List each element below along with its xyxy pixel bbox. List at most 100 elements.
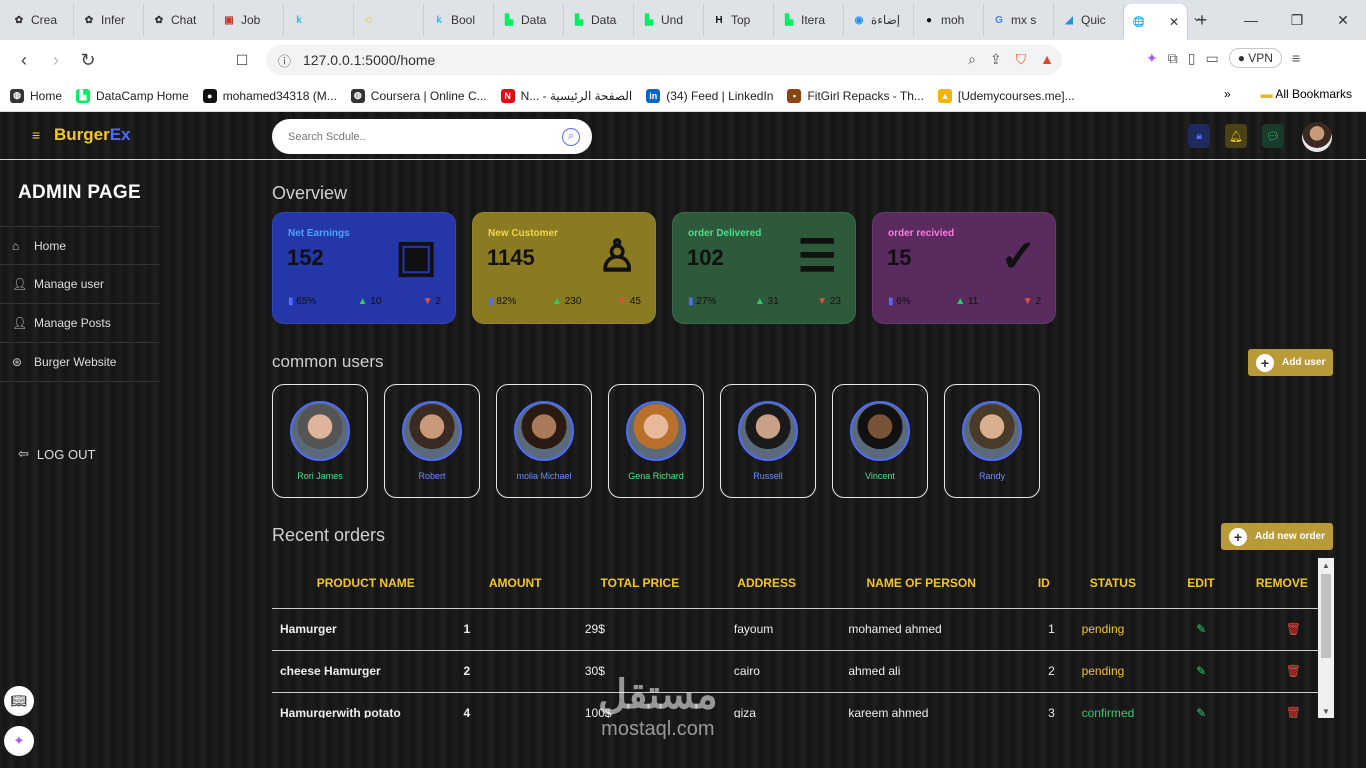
info-icon[interactable]: ⓘ <box>278 51 291 70</box>
user-card[interactable]: Rori James <box>272 384 368 498</box>
brave-shield-icon[interactable]: ⛉ <box>1016 51 1027 68</box>
user-card[interactable]: Russell <box>720 384 816 498</box>
sidebar-item-burger-website[interactable]: ⊛ Burger Website <box>0 343 160 382</box>
trash-icon[interactable]: 🗑︎ <box>1286 664 1301 678</box>
bookmark-item[interactable]: ▙ DataCamp Home <box>76 88 189 103</box>
leo-ai-icon[interactable]: ✦ <box>1146 50 1158 67</box>
browser-tab[interactable]: ▣ Job <box>214 4 284 36</box>
wallet-icon[interactable]: ▭ <box>1205 50 1218 67</box>
browser-tab[interactable]: ✿ Crea <box>4 4 74 36</box>
avatar[interactable] <box>1302 122 1332 152</box>
user-photo[interactable] <box>290 401 350 461</box>
share-icon[interactable]: ⇪ <box>990 51 1002 68</box>
card-down-value: 2 <box>435 296 441 307</box>
close-window-button[interactable]: ✕ <box>1320 0 1366 40</box>
hamburger-menu-icon[interactable]: ≡ <box>32 127 40 143</box>
browser-tab[interactable]: ▙ Itera <box>774 4 844 36</box>
close-tab-icon[interactable]: ✕ <box>1169 15 1179 29</box>
bookmark-item[interactable]: ▲ [Udemycourses.me]... <box>937 88 1075 103</box>
maximize-button[interactable]: ❐ <box>1274 0 1320 40</box>
person-icon: ♙ <box>597 232 637 281</box>
trash-icon[interactable]: 🗑︎ <box>1286 622 1301 636</box>
browser-tab[interactable]: k <box>284 4 354 36</box>
bookmark-item[interactable]: N N... - الصفحة الرئيسية <box>500 88 632 103</box>
scroll-thumb[interactable] <box>1321 574 1331 658</box>
browser-tab[interactable]: ● moh <box>914 4 984 36</box>
browser-tab[interactable]: Gmx s <box>984 4 1054 36</box>
brave-rewards-icon[interactable]: ▲ <box>1040 51 1054 68</box>
browser-tab[interactable]: ◢ Quic <box>1054 4 1124 36</box>
user-card[interactable]: Gena Richard <box>608 384 704 498</box>
edit-icon[interactable]: ✎ <box>1196 706 1206 718</box>
bookmark-item[interactable]: ▪ FitGirl Repacks - Th... <box>787 88 924 103</box>
card-down: ▼ 2 <box>1023 296 1041 307</box>
user-card[interactable]: Vincent <box>832 384 928 498</box>
more-bookmarks-icon[interactable]: » <box>1224 87 1231 101</box>
forward-button[interactable]: › <box>40 44 72 76</box>
browser-tab[interactable]: ▙ Und <box>634 4 704 36</box>
tab-search-icon[interactable]: ⌄ <box>1192 10 1202 24</box>
reader-mode-icon[interactable]: 📖︎ <box>4 686 34 716</box>
stat-card[interactable]: order recivied 15 ✓ ▮ 6% ▲ 11 ▼ 2 <box>872 212 1056 324</box>
browser-tab[interactable]: ✿ Infer <box>74 4 144 36</box>
stat-card[interactable]: Net Earnings 152 ▣ ▮ 65% ▲ 10 ▼ 2 <box>272 212 456 324</box>
sidebar-item-home[interactable]: ⌂ Home <box>0 226 160 265</box>
lock-icon[interactable]: 🔒︎ <box>1188 124 1210 148</box>
sidebar-toggle-icon[interactable]: ▯ <box>1188 50 1196 67</box>
sidebar-item-manage-posts[interactable]: 👤︎ Manage Posts <box>0 304 160 343</box>
active-tab[interactable]: 🌐 ✕ <box>1124 4 1188 40</box>
logout-button[interactable]: ⇦ LOG OUT <box>18 446 95 462</box>
leo-sidebar-icon[interactable]: ✦ <box>4 726 34 756</box>
user-photo[interactable] <box>962 401 1022 461</box>
search-icon[interactable]: ⌕ <box>562 127 580 146</box>
scroll-up-icon[interactable]: ▲ <box>1318 558 1334 572</box>
bookmark-icon[interactable]: ☐ <box>226 44 258 76</box>
browser-tab[interactable]: H Top <box>704 4 774 36</box>
browser-tab[interactable]: ◉ إضاءة <box>844 4 914 36</box>
sidebar-item-manage-user[interactable]: 👤︎ Manage user <box>0 265 160 304</box>
browser-tab[interactable]: ▙ Data <box>494 4 564 36</box>
add-user-button[interactable]: + Add user <box>1248 349 1334 376</box>
user-photo[interactable] <box>514 401 574 461</box>
bell-icon[interactable]: 🔔︎ <box>1225 124 1247 148</box>
user-photo[interactable] <box>626 401 686 461</box>
user-card[interactable]: Robert <box>384 384 480 498</box>
browser-tab[interactable]: k Bool <box>424 4 494 36</box>
stat-card[interactable]: order Delivered 102 ☰ ▮ 27% ▲ 31 ▼ 23 <box>672 212 856 324</box>
tab-title: Quic <box>1081 13 1106 27</box>
check-icon: ✓ <box>1000 232 1037 281</box>
bookmark-label: Coursera | Online C... <box>370 88 487 103</box>
tab-title: Bool <box>451 13 476 27</box>
back-button[interactable]: ‹ <box>8 44 40 76</box>
zoom-icon[interactable]: ⌕ <box>968 51 976 68</box>
edit-icon[interactable]: ✎ <box>1196 622 1206 636</box>
table-scrollbar[interactable]: ▲ ▼ <box>1318 558 1334 718</box>
scroll-down-icon[interactable]: ▼ <box>1318 704 1334 718</box>
bookmark-item[interactable]: in (34) Feed | LinkedIn <box>646 88 773 103</box>
user-card[interactable]: molia Michael <box>496 384 592 498</box>
all-bookmarks[interactable]: ▬ All Bookmarks <box>1261 87 1352 101</box>
bookmark-item[interactable]: ● mohamed34318 (M... <box>202 88 337 103</box>
menu-icon[interactable]: ≡ <box>1292 50 1300 66</box>
browser-tab[interactable]: ☺ <box>354 4 424 36</box>
reload-button[interactable]: ↻ <box>72 44 104 76</box>
stat-card[interactable]: New Customer 1145 ♙ ▮ 82% ▲ 230 ▼ 45 <box>472 212 656 324</box>
brand-logo[interactable]: BurgerEx <box>54 125 131 145</box>
bookmark-item[interactable]: ◍ Home <box>10 88 62 103</box>
trash-icon[interactable]: 🗑︎ <box>1286 706 1301 718</box>
user-photo[interactable] <box>850 401 910 461</box>
user-photo[interactable] <box>738 401 798 461</box>
edit-icon[interactable]: ✎ <box>1196 664 1206 678</box>
minimize-button[interactable]: — <box>1228 0 1274 40</box>
add-order-button[interactable]: + Add new order <box>1221 523 1334 550</box>
user-card[interactable]: Randy <box>944 384 1040 498</box>
extensions-icon[interactable]: ⧉ <box>1168 50 1178 67</box>
bookmark-item[interactable]: ◍ Coursera | Online C... <box>350 88 487 103</box>
chat-icon[interactable]: 💬︎ <box>1262 124 1284 148</box>
browser-tab[interactable]: ✿ Chat <box>144 4 214 36</box>
browser-tab[interactable]: ▙ Data <box>564 4 634 36</box>
search-input[interactable] <box>288 130 562 143</box>
user-photo[interactable] <box>402 401 462 461</box>
url-bar[interactable]: ⓘ 127.0.0.1:5000/home ⌕ ⇪ ⛉ ▲ <box>266 45 1062 75</box>
vpn-button[interactable]: ● VPN <box>1228 48 1282 68</box>
